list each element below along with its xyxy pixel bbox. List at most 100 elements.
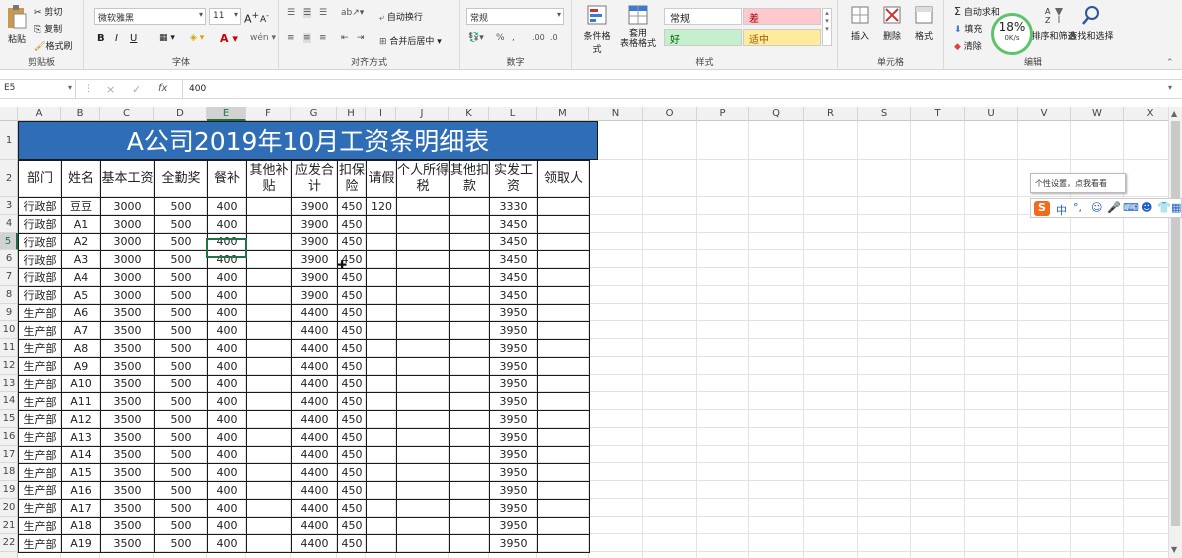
table-cell[interactable]: [366, 498, 397, 518]
table-cell[interactable]: 450: [337, 463, 367, 482]
table-cell[interactable]: [449, 481, 490, 500]
table-cell[interactable]: 3000: [100, 268, 155, 287]
row-header-8[interactable]: 8: [0, 286, 18, 304]
row-header-10[interactable]: 10: [0, 321, 18, 339]
table-cell[interactable]: A5: [61, 285, 101, 305]
table-cell[interactable]: [366, 268, 397, 287]
table-cell[interactable]: [537, 339, 590, 358]
table-cell[interactable]: [396, 214, 450, 234]
column-header-X[interactable]: X: [1124, 107, 1168, 121]
table-cell[interactable]: 450: [337, 534, 367, 553]
orientation-icon[interactable]: ab↗▾: [341, 8, 364, 18]
table-cell[interactable]: 3000: [100, 214, 155, 234]
delete-button[interactable]: 删除: [878, 4, 906, 42]
table-cell[interactable]: [449, 250, 490, 269]
table-cell[interactable]: 400: [207, 232, 247, 252]
table-cell[interactable]: [449, 410, 490, 429]
table-cell[interactable]: 500: [154, 463, 208, 482]
table-cell[interactable]: 3950: [489, 321, 538, 340]
user-icon[interactable]: ☻: [1141, 201, 1152, 214]
style-neutral[interactable]: 适中: [743, 29, 821, 46]
column-header-J[interactable]: J: [396, 107, 449, 121]
autosum-button[interactable]: Σ 自动求和: [954, 5, 1000, 18]
keyboard-icon[interactable]: ⌨: [1123, 201, 1139, 214]
table-cell[interactable]: 400: [207, 445, 247, 465]
table-cell[interactable]: 3950: [489, 303, 538, 323]
table-cell[interactable]: [366, 534, 397, 553]
table-cell[interactable]: 500: [154, 410, 208, 429]
table-cell[interactable]: [246, 321, 292, 340]
table-cell[interactable]: 3450: [489, 232, 538, 252]
table-cell[interactable]: 400: [207, 214, 247, 234]
table-cell[interactable]: 4400: [291, 339, 338, 358]
decrease-decimal-icon[interactable]: .0: [550, 33, 558, 42]
table-cell[interactable]: 120: [366, 197, 397, 216]
table-cell[interactable]: 3950: [489, 445, 538, 465]
table-cell[interactable]: [396, 445, 450, 465]
table-cell[interactable]: 500: [154, 321, 208, 340]
table-cell[interactable]: 500: [154, 214, 208, 234]
table-cell[interactable]: 行政部: [18, 285, 62, 305]
row-header-12[interactable]: 12: [0, 357, 18, 375]
table-cell[interactable]: 500: [154, 268, 208, 287]
table-cell[interactable]: 3330: [489, 197, 538, 216]
table-cell[interactable]: [246, 534, 292, 553]
column-header-G[interactable]: G: [291, 107, 337, 121]
row-header-13[interactable]: 13: [0, 375, 18, 393]
table-cell[interactable]: [396, 374, 450, 394]
table-cell[interactable]: 3900: [291, 232, 338, 252]
percent-icon[interactable]: %: [496, 33, 505, 43]
decrease-indent-icon[interactable]: ⇤: [341, 33, 349, 43]
copy-button[interactable]: ⎘ 复制: [34, 22, 62, 35]
wrap-text-button[interactable]: ⤶ 自动换行: [379, 10, 423, 23]
table-cell[interactable]: 行政部: [18, 197, 62, 216]
table-cell[interactable]: [537, 285, 590, 305]
table-cell[interactable]: [396, 516, 450, 536]
table-cell[interactable]: 400: [207, 392, 247, 411]
row-header-15[interactable]: 15: [0, 410, 18, 428]
row-header-1[interactable]: 1: [0, 121, 18, 160]
table-cell[interactable]: 4400: [291, 410, 338, 429]
table-cell[interactable]: 400: [207, 516, 247, 536]
table-cell[interactable]: [366, 339, 397, 358]
table-cell[interactable]: 3000: [100, 197, 155, 216]
table-cell[interactable]: [366, 516, 397, 536]
row-header-22[interactable]: 22: [0, 534, 18, 552]
table-cell[interactable]: 3950: [489, 410, 538, 429]
header-cell[interactable]: 餐补: [207, 160, 247, 198]
align-right-icon[interactable]: ≡: [319, 33, 327, 43]
table-cell[interactable]: [396, 463, 450, 482]
table-cell[interactable]: 生产部: [18, 410, 62, 429]
table-cell[interactable]: 500: [154, 481, 208, 500]
table-cell[interactable]: 3450: [489, 285, 538, 305]
table-cell[interactable]: 450: [337, 374, 367, 394]
table-cell[interactable]: [396, 498, 450, 518]
column-header-C[interactable]: C: [100, 107, 154, 121]
table-cell[interactable]: [537, 516, 590, 536]
vertical-scrollbar[interactable]: ▲ ▼: [1168, 107, 1182, 558]
table-cell[interactable]: 3500: [100, 339, 155, 358]
name-box[interactable]: E5 ▾: [0, 80, 76, 99]
table-cell[interactable]: [366, 321, 397, 340]
paste-button[interactable]: [6, 4, 30, 32]
table-cell[interactable]: A1: [61, 214, 101, 234]
table-cell[interactable]: [246, 481, 292, 500]
column-header-T[interactable]: T: [911, 107, 965, 121]
format-painter-button[interactable]: 🖌格式刷: [34, 39, 72, 52]
table-cell[interactable]: 4400: [291, 445, 338, 465]
format-button[interactable]: 格式: [910, 4, 938, 42]
table-cell[interactable]: [396, 250, 450, 269]
table-cell[interactable]: 生产部: [18, 427, 62, 447]
row-header-2[interactable]: 2: [0, 160, 18, 197]
table-cell[interactable]: 3950: [489, 463, 538, 482]
table-cell[interactable]: 3500: [100, 516, 155, 536]
table-cell[interactable]: 500: [154, 285, 208, 305]
table-cell[interactable]: A3: [61, 250, 101, 269]
column-header-F[interactable]: F: [246, 107, 291, 121]
table-cell[interactable]: 生产部: [18, 481, 62, 500]
row-header-14[interactable]: 14: [0, 392, 18, 410]
scroll-up-icon[interactable]: ▲: [1171, 109, 1177, 118]
comma-icon[interactable]: ,: [512, 33, 515, 43]
header-cell[interactable]: 基本工资: [100, 160, 155, 198]
font-size-select[interactable]: 11 ▾: [209, 8, 241, 25]
